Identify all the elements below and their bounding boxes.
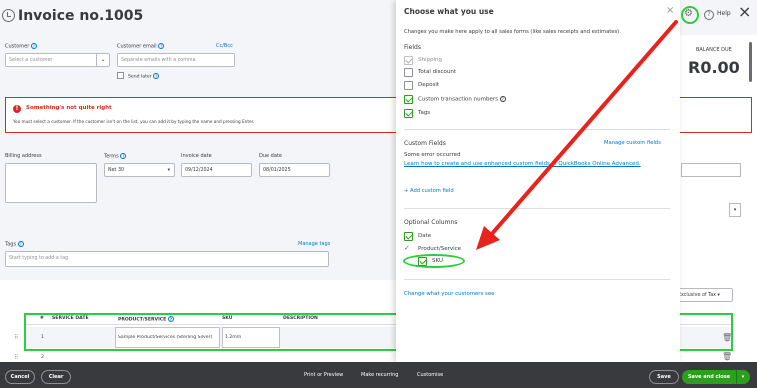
arrow-shaft	[488, 20, 678, 238]
save-and-close-button[interactable]: Save and close	[682, 370, 736, 384]
customise-link[interactable]: Customise	[417, 372, 443, 378]
red-arrow-annotation	[476, 20, 678, 250]
save-button[interactable]: Save	[649, 370, 679, 384]
print-preview-link[interactable]: Print or Preview	[304, 372, 343, 378]
make-recurring-link[interactable]: Make recurring	[361, 372, 398, 378]
cancel-button[interactable]: Cancel	[5, 370, 35, 384]
clear-button[interactable]: Clear	[41, 370, 71, 384]
save-options-chevron-icon[interactable]: ▾	[736, 370, 750, 384]
